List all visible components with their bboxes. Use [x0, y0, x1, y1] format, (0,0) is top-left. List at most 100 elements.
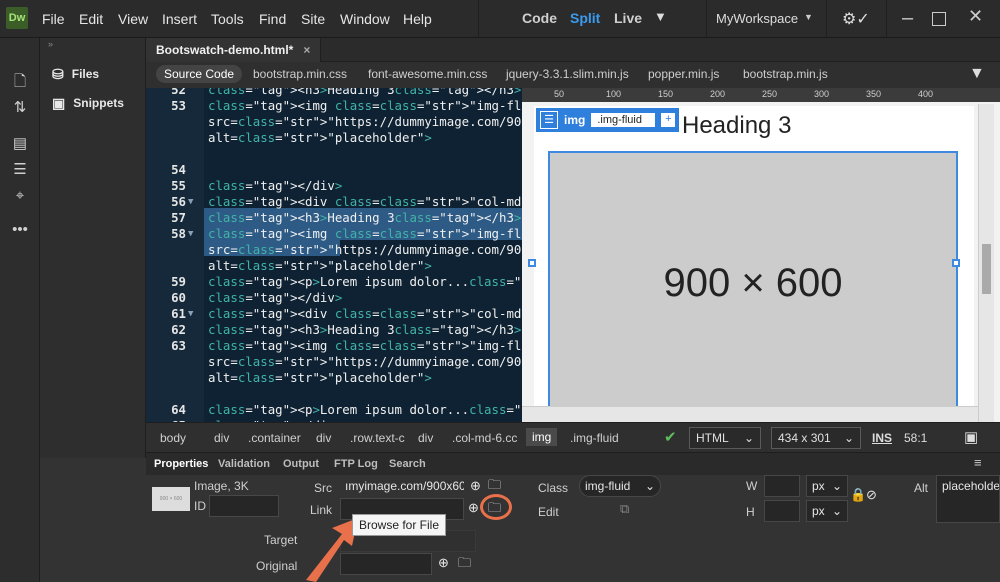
menu-tools[interactable]: Tools	[211, 11, 244, 27]
design-scrollbar-horizontal[interactable]	[522, 406, 978, 422]
code-line[interactable]: alt=class="str">"placeholder">	[146, 370, 522, 386]
related-file-popper[interactable]: popper.min.js	[648, 67, 719, 81]
alt-field[interactable]: placeholder	[936, 475, 1000, 523]
tag-crumb-img-fluid[interactable]: .img-fluid	[570, 431, 619, 445]
menu-view[interactable]: View	[118, 11, 148, 27]
code-line[interactable]: src=class="str">"https://dummyimage.com/…	[146, 242, 522, 258]
tab-properties[interactable]: Properties	[154, 458, 208, 470]
code-line[interactable]: alt=class="str">"placeholder">	[146, 130, 522, 146]
code-line[interactable]: 52 class="tag"><h3>Heading 3class="tag"><…	[146, 88, 522, 98]
hud-class-input[interactable]: .img-fluid	[591, 113, 656, 127]
code-line[interactable]	[146, 386, 522, 402]
point-to-file-icon[interactable]: ⊕	[438, 555, 449, 571]
document-icon[interactable]: ▤	[10, 134, 30, 154]
tag-crumb-img[interactable]: img	[526, 428, 558, 446]
split-view-button[interactable]: Split	[570, 10, 600, 26]
tag-crumb-col[interactable]: .col-md-6.cc	[452, 431, 517, 445]
minimize-button[interactable]: –	[902, 7, 913, 30]
panel-menu-icon[interactable]: ≡	[974, 455, 982, 470]
menu-edit[interactable]: Edit	[79, 11, 103, 27]
height-field[interactable]	[764, 500, 800, 522]
document-tab[interactable]: Bootswatch-demo.html* ×	[146, 38, 322, 62]
code-line[interactable]: 53 class="tag"><img class=class="str">"im…	[146, 98, 522, 114]
align-icon[interactable]: ☰	[10, 160, 30, 180]
code-line[interactable]: 63 class="tag"><img class=class="str">"im…	[146, 338, 522, 354]
validation-ok-icon[interactable]: ✔	[664, 428, 677, 446]
code-line[interactable]: src=class="str">"https://dummyimage.com/…	[146, 114, 522, 130]
code-line[interactable]: 61 ▼ class="tag"><div class=class="str">"c…	[146, 306, 522, 322]
code-line[interactable]: 62 class="tag"><h3>Heading 3class="tag"><…	[146, 322, 522, 338]
live-view-button[interactable]: Live	[614, 10, 642, 26]
point-to-file-icon[interactable]: ⊕	[470, 478, 481, 494]
code-editor[interactable]: 52 class="tag"><h3>Heading 3class="tag"><…	[146, 88, 522, 422]
more-icon[interactable]: •••	[10, 220, 30, 240]
width-field[interactable]	[764, 475, 800, 497]
tag-crumb-div[interactable]: div	[316, 431, 331, 445]
point-to-file-icon[interactable]: ⊕	[468, 500, 479, 516]
fold-arrow-icon[interactable]: ▼	[188, 226, 193, 242]
code-line[interactable]: 56 ▼ class="tag"><div class=class="str">"c…	[146, 194, 522, 210]
design-scrollbar-vertical[interactable]	[978, 104, 994, 422]
tab-ftp-log[interactable]: FTP Log	[334, 458, 378, 470]
workspace-switcher[interactable]: MyWorkspace	[716, 11, 798, 26]
code-line[interactable]	[146, 146, 522, 162]
code-line[interactable]: 54	[146, 162, 522, 178]
target-icon[interactable]: ⌖	[10, 186, 30, 206]
view-dropdown-icon[interactable]: ▼	[654, 9, 667, 24]
fold-arrow-icon[interactable]: ▼	[188, 306, 193, 322]
code-line[interactable]: 59 class="tag"><p>Lorem ipsum dolor...cla…	[146, 274, 522, 290]
window-size-select[interactable]: 434 x 301 ⌄	[771, 427, 861, 449]
reset-size-icon[interactable]: ⊘	[866, 487, 877, 503]
code-line[interactable]: 64 class="tag"><p>Lorem ipsum dolor...cla…	[146, 402, 522, 418]
resize-handle-right[interactable]	[952, 259, 960, 267]
code-line[interactable]: 57 class="tag"><h3>Heading 3class="tag"><…	[146, 210, 522, 226]
code-line[interactable]: src=class="str">"https://dummyimage.com/…	[146, 354, 522, 370]
doc-type-select[interactable]: HTML ⌄	[689, 427, 761, 449]
tag-crumb-row[interactable]: .row.text-c	[350, 431, 405, 445]
placeholder-image[interactable]: 900 × 600	[548, 151, 958, 416]
code-line[interactable]: 58 ▼ class="tag"><img class=class="str">"i…	[146, 226, 522, 242]
tag-crumb-body[interactable]: body	[160, 431, 186, 445]
related-file-source-code[interactable]: Source Code	[156, 65, 243, 83]
src-field[interactable]: ımyimage.com/900x600	[340, 476, 464, 498]
preview-icon[interactable]: ▣	[964, 428, 978, 446]
filter-icon[interactable]: ▼	[969, 65, 985, 83]
related-file-bootstrap-js[interactable]: bootstrap.min.js	[743, 67, 828, 81]
tab-output[interactable]: Output	[283, 458, 319, 470]
insert-mode[interactable]: INS	[872, 431, 892, 445]
hamburger-icon[interactable]: ☰	[540, 111, 558, 129]
menu-help[interactable]: Help	[403, 11, 432, 27]
code-view-button[interactable]: Code	[522, 10, 557, 26]
file-icon[interactable]: 🗋	[10, 72, 30, 92]
folder-icon[interactable]: 🗀	[458, 554, 471, 576]
menu-find[interactable]: Find	[259, 11, 286, 27]
sort-icon[interactable]: ⇅	[10, 98, 30, 118]
panel-item-snippets[interactable]: ▣ Snippets	[52, 93, 124, 113]
class-select[interactable]: img-fluid ⌄	[579, 475, 661, 497]
chevron-down-icon[interactable]: ▼	[804, 12, 813, 22]
related-file-jquery[interactable]: jquery-3.3.1.slim.min.js	[506, 67, 629, 81]
close-tab-icon[interactable]: ×	[303, 43, 310, 57]
panel-item-files[interactable]: ⛁ Files	[52, 64, 99, 84]
code-line[interactable]: alt=class="str">"placeholder">	[146, 258, 522, 274]
tag-crumb-div[interactable]: div	[418, 431, 433, 445]
tab-search[interactable]: Search	[389, 458, 426, 470]
tag-crumb-div[interactable]: div	[214, 431, 229, 445]
related-file-font-awesome[interactable]: font-awesome.min.css	[368, 67, 487, 81]
menu-insert[interactable]: Insert	[162, 11, 197, 27]
code-line[interactable]: 55 class="tag"></div>	[146, 178, 522, 194]
collapse-icon[interactable]: »	[48, 39, 53, 49]
menu-site[interactable]: Site	[301, 11, 325, 27]
lock-icon[interactable]: 🔒	[850, 487, 866, 503]
code-line[interactable]: 60 class="tag"></div>	[146, 290, 522, 306]
id-field[interactable]	[209, 495, 279, 517]
related-file-bootstrap-css[interactable]: bootstrap.min.css	[253, 67, 347, 81]
menu-file[interactable]: File	[42, 11, 65, 27]
menu-window[interactable]: Window	[340, 11, 390, 27]
add-class-button[interactable]: +	[661, 113, 676, 127]
tag-crumb-container[interactable]: .container	[248, 431, 301, 445]
close-window-button[interactable]: ✕	[968, 6, 983, 27]
width-unit-select[interactable]: px ⌄	[806, 475, 848, 497]
height-unit-select[interactable]: px ⌄	[806, 500, 848, 522]
fold-arrow-icon[interactable]: ▼	[188, 194, 193, 210]
